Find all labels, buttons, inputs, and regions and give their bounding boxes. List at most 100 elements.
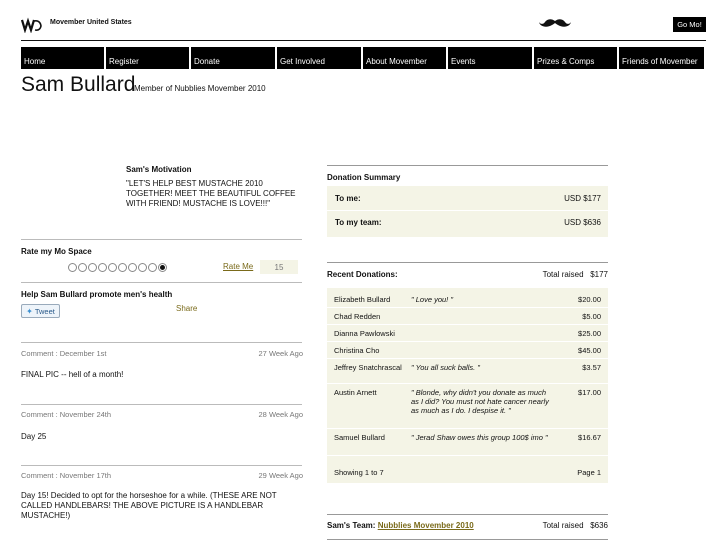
donation-amount: $25.00 — [578, 329, 601, 338]
rating-circle-icon[interactable] — [138, 263, 147, 272]
team-label: Sam's Team: — [327, 521, 376, 530]
rating-circle-icon[interactable] — [88, 263, 97, 272]
rating-circle-icon[interactable] — [128, 263, 137, 272]
nav-about-movember[interactable]: About Movember — [363, 47, 446, 69]
tweet-button[interactable]: ✦ Tweet — [21, 304, 60, 318]
divider — [327, 307, 608, 308]
mustache-icon — [539, 18, 571, 28]
nav-friends-of-movember[interactable]: Friends of Movember — [619, 47, 704, 69]
donor-name: Chad Redden — [334, 312, 381, 321]
divider — [21, 239, 302, 240]
nav-register[interactable]: Register — [106, 47, 189, 69]
donor-message: " Jerad Shaw owes this group 100$ imo " — [411, 433, 548, 442]
donations-pagination: Showing 1 to 7 Page 1 — [334, 468, 601, 477]
twitter-bird-icon: ✦ — [26, 306, 33, 316]
nav-events[interactable]: Events — [448, 47, 532, 69]
donor-message: " Blonde, why didn't you donate as much … — [411, 388, 549, 415]
donation-summary-box: To me: USD $177 To my team: USD $636 — [327, 186, 608, 237]
donor-name: Austin Arnett — [334, 388, 377, 397]
donation-amount: $20.00 — [578, 295, 601, 304]
summary-value: USD $636 — [564, 218, 601, 227]
recent-total: Total raised $177 — [543, 270, 608, 279]
tweet-label: Tweet — [34, 306, 55, 316]
go-mo-button[interactable]: Go Mo! — [673, 17, 706, 32]
rating-circle-icon[interactable] — [78, 263, 87, 272]
page-title: Sam Bullard — [21, 73, 136, 96]
total-raised-value: $177 — [590, 270, 608, 279]
team-total-label: Total raised — [542, 521, 584, 530]
movember-logo-icon[interactable] — [20, 17, 43, 34]
divider — [21, 282, 302, 283]
comment-text: FINAL PIC -- hell of a month! — [21, 370, 124, 379]
donation-amount: $16.67 — [578, 433, 601, 442]
divider — [327, 539, 608, 540]
nav-home[interactable]: Home — [21, 47, 104, 69]
rating-circles — [68, 263, 167, 272]
recent-donations-title: Recent Donations: — [327, 270, 398, 279]
divider — [327, 358, 608, 359]
divider — [327, 165, 608, 166]
donor-name: Elizabeth Bullard — [334, 295, 391, 304]
donor-name: Dianna Pawlowski — [334, 329, 395, 338]
comment-age: 27 Week Ago — [258, 349, 303, 358]
divider — [21, 404, 302, 405]
rating-circle-icon[interactable] — [158, 263, 167, 272]
summary-row-team: To my team: USD $636 — [335, 218, 601, 227]
rating-circle-icon[interactable] — [68, 263, 77, 272]
motivation-text: "LET'S HELP BEST MUSTACHE 2010 TOGETHER!… — [126, 179, 296, 208]
main-nav: Home Register Donate Get Involved About … — [21, 47, 706, 69]
motivation-title: Sam's Motivation — [126, 165, 192, 174]
site-title: Movember United States — [50, 19, 132, 26]
page-indicator[interactable]: Page 1 — [577, 468, 601, 477]
rating-circle-icon[interactable] — [108, 263, 117, 272]
divider — [327, 262, 608, 263]
team-heading: Sam's Team: Nubblies Movember 2010 — [327, 521, 474, 530]
rating-circle-icon[interactable] — [148, 263, 157, 272]
rating-count: 15 — [260, 260, 298, 274]
total-raised-label: Total raised — [542, 270, 584, 279]
summary-value: USD $177 — [564, 194, 601, 203]
divider — [327, 455, 608, 456]
nav-donate[interactable]: Donate — [191, 47, 275, 69]
donation-summary-title: Donation Summary — [327, 173, 401, 182]
header-divider — [21, 40, 706, 41]
divider — [21, 465, 302, 466]
donor-message: " You all suck balls. " — [411, 363, 480, 372]
comment-age: 28 Week Ago — [258, 410, 303, 419]
rating-circle-icon[interactable] — [118, 263, 127, 272]
donation-amount: $5.00 — [582, 312, 601, 321]
nav-get-involved[interactable]: Get Involved — [277, 47, 361, 69]
comment-age: 29 Week Ago — [258, 471, 303, 480]
donation-amount: $17.00 — [578, 388, 601, 397]
divider — [327, 210, 608, 211]
divider — [327, 383, 608, 384]
donor-name: Samuel Bullard — [334, 433, 385, 442]
member-of-text: Member of Nubblies Movember 2010 — [134, 84, 266, 93]
summary-label: To me: — [335, 194, 361, 203]
donor-name: Jeffrey Snatchrascal — [334, 363, 402, 372]
share-link[interactable]: Share — [176, 304, 197, 313]
divider — [327, 341, 608, 342]
summary-row-me: To me: USD $177 — [335, 194, 601, 203]
nav-prizes-comps[interactable]: Prizes & Comps — [534, 47, 617, 69]
showing-count: Showing 1 to 7 — [334, 468, 384, 477]
rate-title: Rate my Mo Space — [21, 247, 92, 256]
comment-text: Day 25 — [21, 432, 47, 441]
divider — [327, 324, 608, 325]
team-total: Total raised $636 — [543, 521, 608, 530]
comment-date: Comment : November 24th — [21, 410, 112, 419]
divider — [327, 514, 608, 515]
team-link[interactable]: Nubblies Movember 2010 — [378, 521, 474, 530]
rate-me-link[interactable]: Rate Me — [223, 262, 253, 271]
summary-label: To my team: — [335, 218, 382, 227]
donation-amount: $3.57 — [582, 363, 601, 372]
comment-text: Day 15! Decided to opt for the horseshoe… — [21, 491, 277, 520]
divider — [21, 342, 302, 343]
comment-date: Comment : December 1st — [21, 349, 107, 358]
rating-circle-icon[interactable] — [98, 263, 107, 272]
donation-amount: $45.00 — [578, 346, 601, 355]
comment-date: Comment : November 17th — [21, 471, 112, 480]
donor-name: Christina Cho — [334, 346, 380, 355]
promote-title: Help Sam Bullard promote men's health — [21, 290, 173, 299]
donor-message: " Love you! " — [411, 295, 454, 304]
